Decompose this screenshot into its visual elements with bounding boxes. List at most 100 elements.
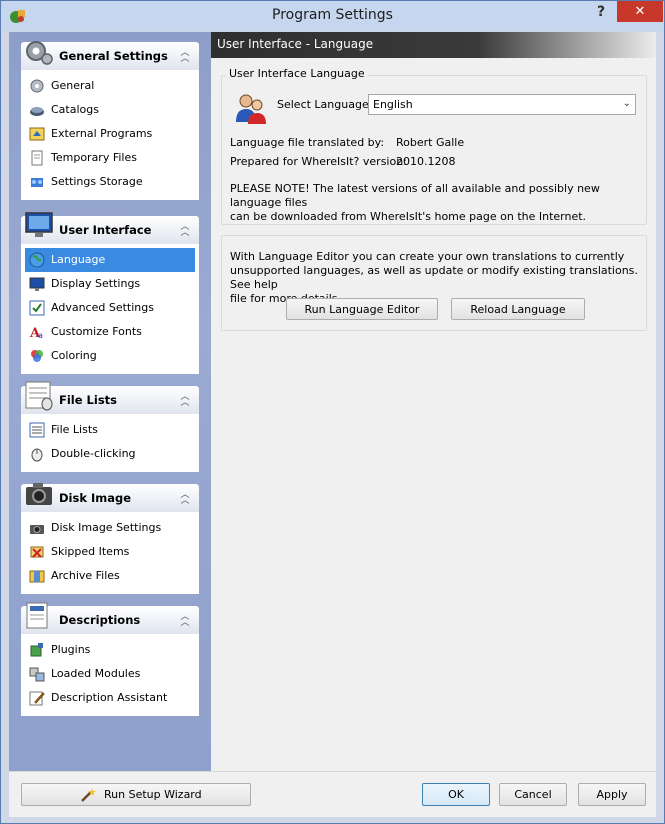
- sidebar-item-label: Double-clicking: [51, 447, 136, 460]
- globe-icon: [29, 252, 45, 268]
- panel-header: User Interface - Language: [211, 32, 656, 58]
- chevron-down-icon: ⌄: [622, 98, 631, 109]
- group-title: Disk Image: [59, 491, 132, 505]
- document-icon: [31, 150, 43, 166]
- checklist-icon: [29, 300, 45, 316]
- group-title: User Interface: [59, 223, 152, 237]
- group-descriptions: Descriptions ︿ ︿ Plugins Loaded Modules D…: [21, 602, 199, 716]
- window-title: Program Settings: [272, 7, 393, 23]
- sidebar-item-settings-storage[interactable]: Settings Storage: [25, 170, 195, 194]
- sidebar-item-disk-image-settings[interactable]: Disk Image Settings: [25, 516, 195, 540]
- descriptions-icon: [26, 602, 48, 629]
- plugin-icon: [30, 643, 43, 657]
- collapse-icon[interactable]: ︿ ︿: [179, 491, 191, 506]
- translated-by-value: Robert Galle: [396, 136, 465, 149]
- pencil-icon: [29, 691, 45, 706]
- collapse-icon[interactable]: ︿ ︿: [179, 223, 191, 238]
- programs-icon: [29, 127, 45, 141]
- collapse-icon[interactable]: ︿ ︿: [179, 393, 191, 408]
- group-header-file-lists[interactable]: File Lists ︿ ︿: [21, 381, 199, 414]
- sidebar-item-archive-files[interactable]: Archive Files: [25, 564, 195, 588]
- camera-small-icon: [30, 525, 44, 534]
- prepared-version-value: 2010.1208: [396, 155, 456, 168]
- sidebar-item-skipped-items[interactable]: Skipped Items: [25, 540, 195, 564]
- run-setup-wizard-label: Run Setup Wizard: [104, 788, 202, 801]
- group-header-general-settings[interactable]: General Settings ︿ ︿: [21, 41, 199, 70]
- sidebar-item-double-clicking[interactable]: Double-clicking: [25, 442, 195, 466]
- reload-language-button[interactable]: Reload Language: [451, 298, 585, 320]
- sidebar-item-external-programs[interactable]: External Programs: [25, 122, 195, 146]
- sidebar-item-label: Description Assistant: [51, 691, 168, 704]
- language-select-value: English: [373, 98, 413, 111]
- collapse-icon[interactable]: ︿ ︿: [179, 613, 191, 628]
- sidebar-item-label: File Lists: [51, 423, 98, 436]
- sidebar-item-customize-fonts[interactable]: Aa Customize Fonts: [25, 320, 195, 344]
- sidebar-item-language[interactable]: Language: [25, 248, 195, 272]
- group-general-settings: General Settings ︿ ︿ General Catalogs Ext…: [21, 41, 199, 200]
- sidebar-item-label: Temporary Files: [51, 151, 137, 164]
- sidebar-item-label: Coloring: [51, 349, 97, 362]
- sidebar-item-label: Display Settings: [51, 277, 141, 290]
- file-list-icon: [25, 381, 53, 411]
- title-bar[interactable]: Program Settings ? ✕: [1, 1, 664, 31]
- run-language-editor-button[interactable]: Run Language Editor: [286, 298, 438, 320]
- group-header-descriptions[interactable]: Descriptions ︿ ︿: [21, 602, 199, 634]
- sidebar-item-label: Archive Files: [51, 569, 120, 582]
- sidebar-item-label: Skipped Items: [51, 545, 130, 558]
- sidebar-item-label: Customize Fonts: [51, 325, 142, 338]
- sidebar-item-loaded-modules[interactable]: Loaded Modules: [25, 662, 195, 686]
- group-body: Disk Image Settings Skipped Items Archiv…: [21, 512, 199, 594]
- wand-icon: [81, 788, 96, 802]
- group-title: General Settings: [59, 49, 168, 63]
- group-header-disk-image[interactable]: Disk Image ︿ ︿: [21, 483, 199, 512]
- client-area: General Settings ︿ ︿ General Catalogs Ext…: [9, 32, 656, 771]
- settings-content: User Interface - Language User Interface…: [211, 32, 656, 771]
- sidebar-item-general[interactable]: General: [25, 74, 195, 98]
- groupbox-legend: User Interface Language: [226, 67, 368, 80]
- apply-button[interactable]: Apply: [578, 783, 646, 806]
- group-user-interface: User Interface ︿ ︿ Language Display Setti…: [21, 212, 199, 374]
- gear-icon: [30, 79, 44, 93]
- users-icon: [236, 94, 266, 124]
- group-header-user-interface[interactable]: User Interface ︿ ︿: [21, 212, 199, 244]
- storage-icon: [31, 178, 43, 187]
- ok-button[interactable]: OK: [422, 783, 490, 806]
- collapse-icon[interactable]: ︿ ︿: [179, 49, 191, 64]
- font-icon: Aa: [29, 326, 43, 340]
- close-button[interactable]: ✕: [617, 1, 663, 22]
- group-disk-image: Disk Image ︿ ︿ Disk Image Settings Skippe…: [21, 483, 199, 594]
- language-editor-groupbox: With Language Editor you can create your…: [221, 235, 647, 331]
- sidebar-item-label: Settings Storage: [51, 175, 143, 188]
- sidebar-item-display-settings[interactable]: Display Settings: [25, 272, 195, 296]
- sidebar-item-temporary-files[interactable]: Temporary Files: [25, 146, 195, 170]
- sidebar-item-label: Plugins: [51, 643, 91, 656]
- note-line: PLEASE NOTE! The latest versions of all …: [230, 182, 600, 209]
- sidebar-item-catalogs[interactable]: Catalogs: [25, 98, 195, 122]
- gears-icon: [26, 41, 53, 65]
- display-icon: [29, 277, 45, 291]
- sidebar-item-advanced-settings[interactable]: Advanced Settings: [25, 296, 195, 320]
- disk-icon: [30, 107, 44, 116]
- sidebar-item-label: Advanced Settings: [51, 301, 154, 314]
- editor-line: unsupported languages, as well as update…: [230, 264, 638, 291]
- sidebar-item-description-assistant[interactable]: Description Assistant: [25, 686, 195, 710]
- sidebar-item-label: Catalogs: [51, 103, 99, 116]
- program-settings-window: Program Settings ? ✕ General Settings ︿ ︿: [0, 0, 665, 824]
- note-line: can be downloaded from WhereIsIt's home …: [230, 210, 587, 223]
- sidebar-item-plugins[interactable]: Plugins: [25, 638, 195, 662]
- group-body: File Lists Double-clicking: [21, 414, 199, 472]
- sidebar-item-file-lists[interactable]: File Lists: [25, 418, 195, 442]
- cancel-button[interactable]: Cancel: [499, 783, 567, 806]
- settings-sidebar: General Settings ︿ ︿ General Catalogs Ext…: [9, 32, 211, 771]
- mouse-icon: [31, 448, 43, 462]
- list-icon: [29, 422, 45, 438]
- sidebar-item-label: Disk Image Settings: [51, 521, 162, 534]
- sidebar-item-label: Language: [51, 253, 106, 266]
- translated-by-label: Language file translated by:: [230, 136, 385, 149]
- sidebar-item-coloring[interactable]: Coloring: [25, 344, 195, 368]
- group-title: File Lists: [59, 393, 117, 407]
- group-title: Descriptions: [59, 613, 141, 627]
- run-setup-wizard-button[interactable]: Run Setup Wizard: [21, 783, 251, 806]
- language-select[interactable]: English ⌄: [368, 94, 636, 115]
- help-button[interactable]: ?: [589, 1, 613, 22]
